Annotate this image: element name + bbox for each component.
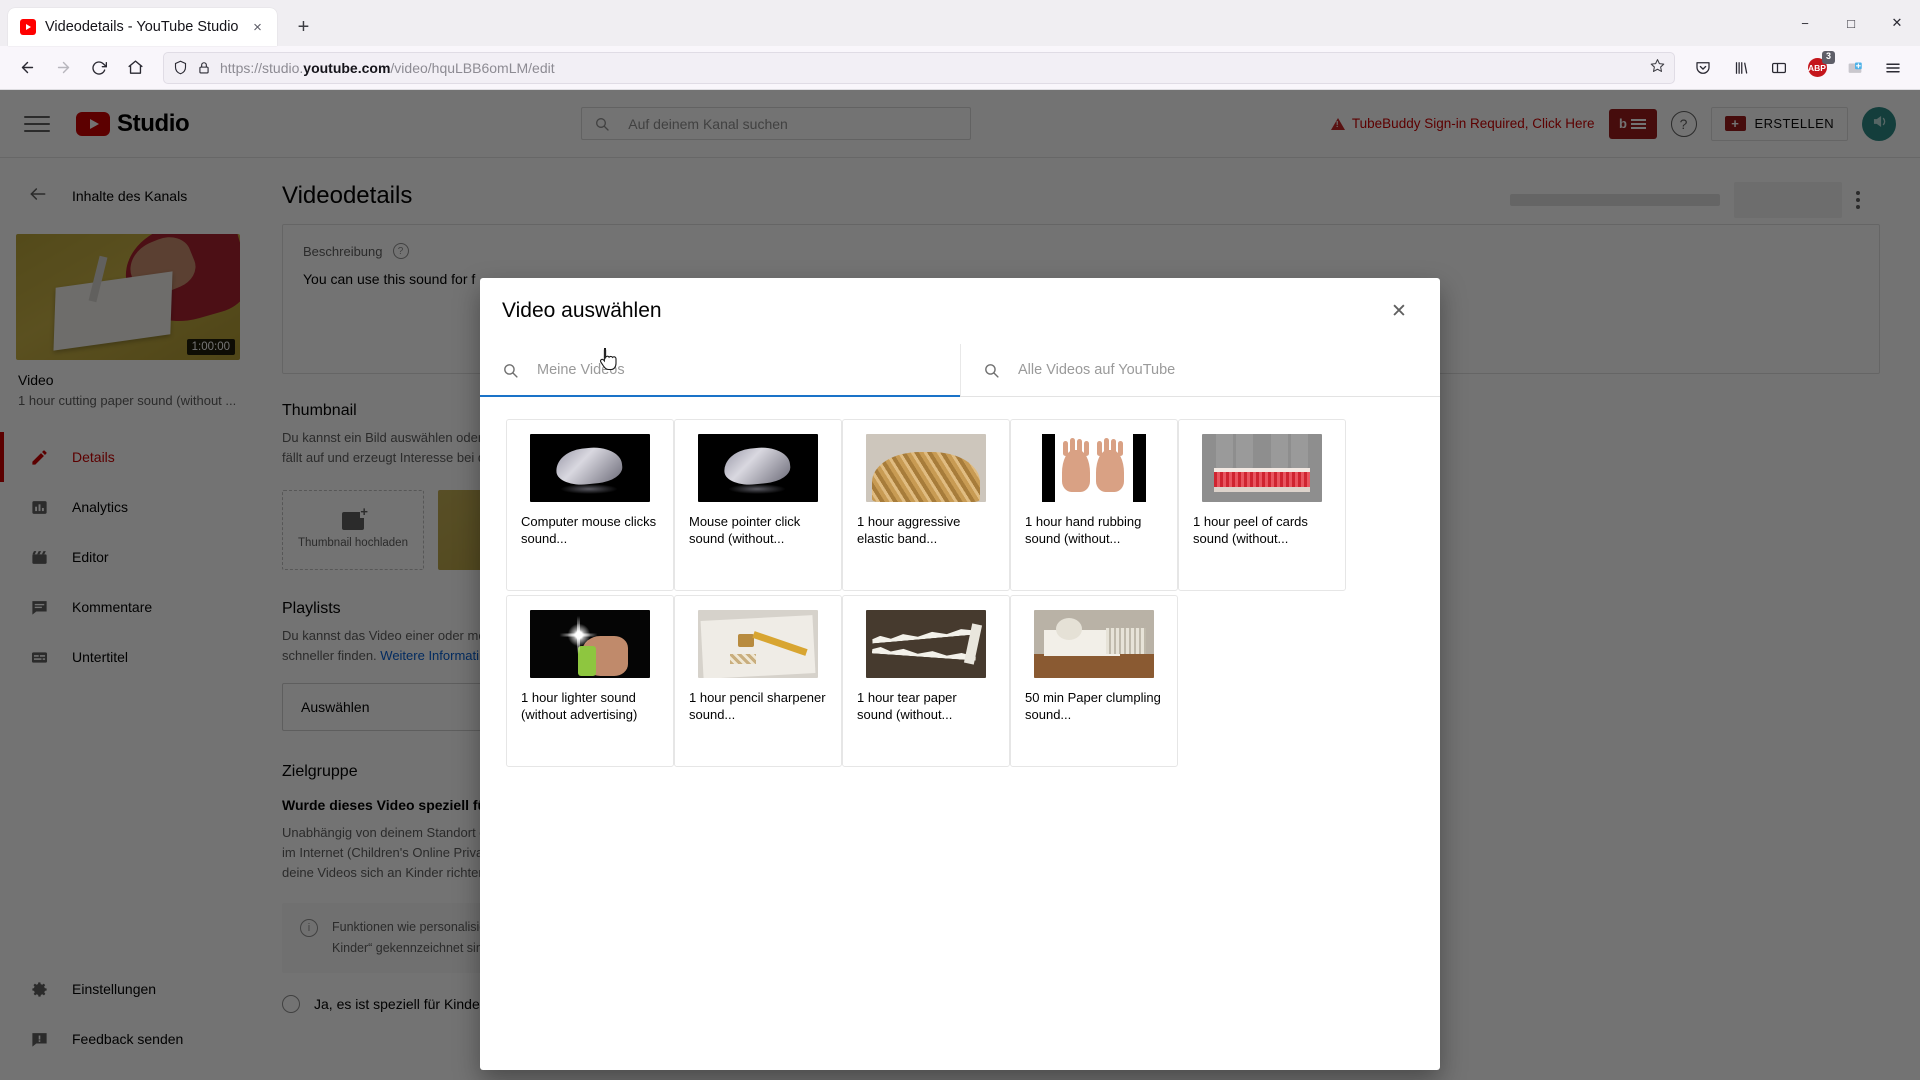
youtube-favicon: [20, 19, 36, 35]
back-icon[interactable]: [10, 52, 44, 84]
adblock-plus-icon[interactable]: ABP 3: [1800, 50, 1835, 84]
video-card[interactable]: 1 hour peel of cards sound (without...: [1178, 419, 1346, 591]
tab-all-youtube-videos[interactable]: Alle Videos auf YouTube: [960, 344, 1440, 396]
video-card[interactable]: Computer mouse clicks sound...: [506, 419, 674, 591]
video-thumbnail: [866, 434, 986, 502]
minimize-button[interactable]: −: [1782, 0, 1828, 46]
video-card-title: Computer mouse clicks sound...: [521, 514, 657, 547]
search-icon: [502, 362, 519, 379]
new-tab-button[interactable]: +: [287, 11, 319, 43]
all-videos-search-placeholder: Alle Videos auf YouTube: [1018, 362, 1176, 378]
lock-icon[interactable]: [197, 61, 211, 75]
url-text: https://studio.youtube.com/video/hquLBB6…: [220, 59, 555, 76]
dialog-header: Video auswählen ✕: [480, 278, 1440, 344]
search-icon: [983, 362, 1000, 379]
save-to-pocket-icon[interactable]: [1686, 52, 1720, 84]
adblock-label: ABP: [1808, 62, 1826, 73]
video-card[interactable]: 1 hour lighter sound (without advertisin…: [506, 595, 674, 767]
select-video-dialog: Video auswählen ✕ Meine Videos Alle Vide…: [480, 278, 1440, 1070]
video-card-title: 1 hour tear paper sound (without...: [857, 690, 957, 723]
video-card-title: Mouse pointer click sound (without...: [689, 514, 801, 547]
video-card[interactable]: 1 hour aggressive elastic band...: [842, 419, 1010, 591]
video-card[interactable]: Mouse pointer click sound (without...: [674, 419, 842, 591]
maximize-button[interactable]: □: [1828, 0, 1874, 46]
navigation-toolbar: https://studio.youtube.com/video/hquLBB6…: [0, 46, 1920, 90]
adblock-badge: 3: [1822, 50, 1835, 64]
video-card[interactable]: 50 min Paper clumpling sound...: [1010, 595, 1178, 767]
home-icon[interactable]: [118, 52, 152, 84]
reload-icon[interactable]: [82, 52, 116, 84]
sidebar-icon[interactable]: [1762, 52, 1796, 84]
video-card-title: 1 hour pencil sharpener sound...: [689, 690, 826, 723]
video-thumbnail: [530, 434, 650, 502]
tab-my-videos[interactable]: Meine Videos: [480, 344, 960, 397]
video-thumbnail: [530, 610, 650, 678]
address-bar[interactable]: https://studio.youtube.com/video/hquLBB6…: [163, 51, 1675, 84]
video-card-title: 1 hour peel of cards sound (without...: [1193, 514, 1308, 547]
video-thumbnail: [1202, 434, 1322, 502]
tab-strip: Videodetails - YouTube Studio × + − □ ✕: [0, 0, 1920, 46]
tab-title: Videodetails - YouTube Studio: [45, 19, 239, 35]
bookmark-star-icon[interactable]: [1650, 58, 1665, 78]
close-window-button[interactable]: ✕: [1874, 0, 1920, 46]
dialog-title: Video auswählen: [502, 299, 662, 322]
video-thumbnail: [1034, 610, 1154, 678]
video-thumbnail: [1034, 434, 1154, 502]
close-tab-icon[interactable]: ×: [247, 17, 267, 37]
video-card-title: 1 hour hand rubbing sound (without...: [1025, 514, 1142, 547]
video-thumbnail: [698, 434, 818, 502]
youtube-studio-page: Studio Auf deinem Kanal suchen TubeBuddy…: [0, 90, 1920, 1080]
video-card[interactable]: 1 hour tear paper sound (without...: [842, 595, 1010, 767]
my-videos-search-placeholder: Meine Videos: [537, 362, 625, 378]
browser-tool-icons: ABP 3: [1686, 50, 1910, 84]
video-thumbnail: [866, 610, 986, 678]
window-controls: − □ ✕: [1782, 0, 1920, 46]
video-card-title: 1 hour aggressive elastic band...: [857, 514, 961, 547]
browser-tab[interactable]: Videodetails - YouTube Studio ×: [8, 8, 278, 46]
dialog-search-tabs: Meine Videos Alle Videos auf YouTube: [480, 344, 1440, 397]
video-thumbnail: [698, 610, 818, 678]
close-icon[interactable]: ✕: [1384, 296, 1414, 326]
app-menu-icon[interactable]: [1876, 52, 1910, 84]
video-card[interactable]: 1 hour pencil sharpener sound...: [674, 595, 842, 767]
video-card-title: 1 hour lighter sound (without advertisin…: [521, 690, 638, 723]
video-card[interactable]: 1 hour hand rubbing sound (without...: [1010, 419, 1178, 591]
library-icon[interactable]: [1724, 52, 1758, 84]
video-results-grid: Computer mouse clicks sound... Mouse poi…: [506, 419, 1414, 767]
forward-icon: [46, 52, 80, 84]
video-card-title: 50 min Paper clumpling sound...: [1025, 690, 1161, 723]
browser-window: Videodetails - YouTube Studio × + − □ ✕: [0, 0, 1920, 1080]
extension-icon[interactable]: [1838, 52, 1872, 84]
dialog-body: Computer mouse clicks sound... Mouse poi…: [480, 397, 1440, 1070]
shield-icon[interactable]: [173, 60, 188, 75]
